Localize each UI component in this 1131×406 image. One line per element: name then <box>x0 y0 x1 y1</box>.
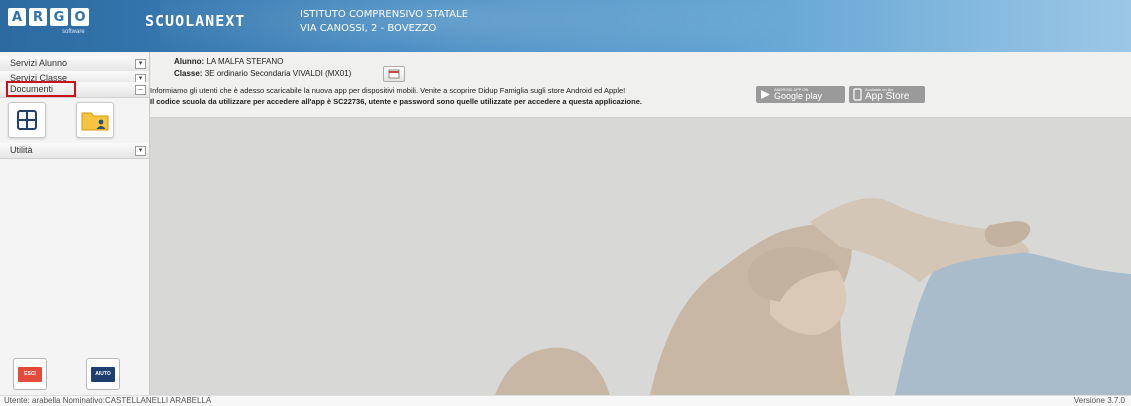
brand-title: SCUOLANEXT <box>145 12 246 30</box>
logo-subtext: software <box>62 29 85 35</box>
main-content: Alunno: LA MALFA STEFANO Classe: 3E ordi… <box>150 52 1131 395</box>
menu-utilita[interactable]: Utilità ▾ <box>0 143 149 159</box>
student-info-panel: Alunno: LA MALFA STEFANO Classe: 3E ordi… <box>150 52 1131 118</box>
menu-label: Utilità <box>10 145 33 155</box>
google-play-icon <box>761 90 770 99</box>
student-label: Alunno: <box>174 57 205 66</box>
sidebar: Servizi Alunno ▾ Servizi Classe ▾ Docume… <box>0 52 150 395</box>
google-play-badge[interactable]: ANDROID APP ON Google play <box>756 86 845 103</box>
status-bar: Utente: arabella Nominativo:CASTELLANELL… <box>0 395 1131 406</box>
help-button-label: AIUTO <box>91 366 115 382</box>
documents-grid-button[interactable] <box>8 102 46 138</box>
logo-letter: O <box>71 8 89 26</box>
expand-toggle-icon[interactable]: ▾ <box>135 146 146 156</box>
shared-folder-button[interactable] <box>76 102 114 138</box>
app-header: A R G O software SCUOLANEXT ISTITUTO COM… <box>0 0 1131 52</box>
grid-icon <box>17 110 37 130</box>
calendar-icon <box>388 69 400 79</box>
exit-button[interactable]: ESCI <box>13 358 47 390</box>
menu-servizi-alunno[interactable]: Servizi Alunno ▾ <box>0 56 149 72</box>
app-store-badge[interactable]: Available on the App Store <box>849 86 925 103</box>
folder-user-icon <box>81 112 109 131</box>
collapse-toggle-icon[interactable]: – <box>135 85 146 95</box>
app-store-text: App Store <box>865 90 910 102</box>
class-label: Classe: <box>174 69 203 78</box>
school-name: ISTITUTO COMPRENSIVO STATALE <box>300 9 469 20</box>
menu-label: Servizi Alunno <box>10 58 68 68</box>
student-name: LA MALFA STEFANO <box>206 57 284 66</box>
calendar-button[interactable] <box>383 66 405 82</box>
header-decoration <box>160 0 860 52</box>
exit-button-label: ESCI <box>18 366 42 382</box>
documenti-highlight-box <box>6 81 76 97</box>
google-play-text: Google play <box>774 91 823 101</box>
class-value: 3E ordinario Secondaria VIVALDI (MX01) <box>204 69 352 78</box>
logo-letter: A <box>8 8 26 26</box>
school-address: VIA CANOSSI, 2 - BOVEZZO <box>300 23 437 34</box>
logo-letter: G <box>50 8 68 26</box>
school-code-notice: Il codice scuola da utilizzare per acced… <box>150 97 642 106</box>
expand-toggle-icon[interactable]: ▾ <box>135 59 146 69</box>
help-button[interactable]: AIUTO <box>86 358 120 390</box>
logo-letter: R <box>29 8 47 26</box>
argo-logo: A R G O <box>8 8 89 26</box>
class-row: Classe: 3E ordinario Secondaria VIVALDI … <box>174 69 351 78</box>
student-row: Alunno: LA MALFA STEFANO <box>174 57 283 66</box>
app-notice: Informiamo gli utenti che è adesso scari… <box>150 86 626 95</box>
phone-icon <box>853 88 862 101</box>
